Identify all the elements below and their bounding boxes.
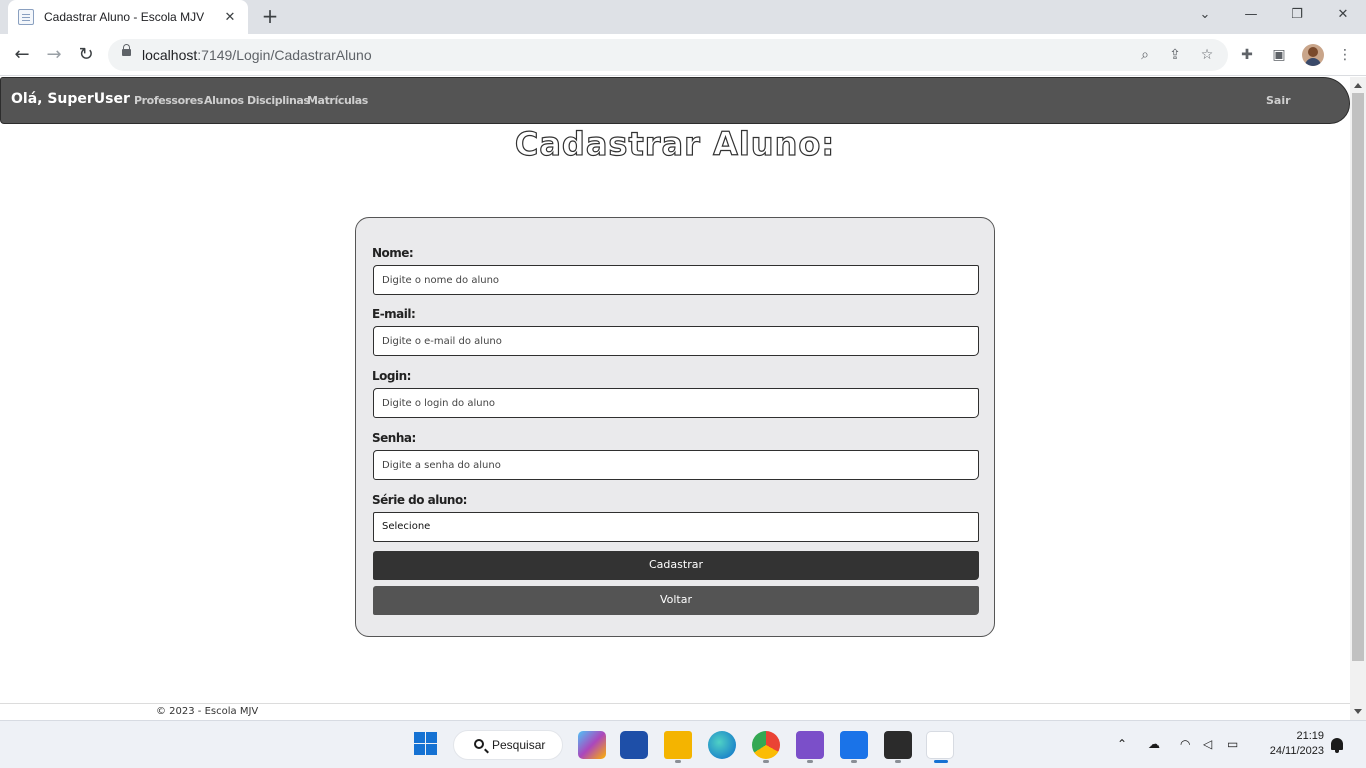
battery-icon[interactable]: ▭ xyxy=(1227,737,1238,751)
submit-button[interactable]: Cadastrar xyxy=(373,551,979,580)
logout-link[interactable]: Sair xyxy=(1266,94,1291,107)
register-student-form: Nome: E-mail: Login: Senha: Série do alu… xyxy=(355,217,995,637)
address-bar[interactable]: localhost:7149/Login/CadastrarAluno ⌕ ⇪ … xyxy=(108,39,1228,71)
extensions-icon[interactable]: ✚ xyxy=(1236,44,1258,66)
site-footer: © 2023 - Escola MJV xyxy=(0,703,1350,720)
snipping-tool-active-indicator xyxy=(934,760,948,763)
footer-copyright: © 2023 - Escola MJV xyxy=(156,706,259,717)
clock-time: 21:19 xyxy=(1296,730,1324,742)
tab-title: Cadastrar Aluno - Escola MJV xyxy=(44,10,205,24)
visual-studio-running-indicator xyxy=(807,760,813,763)
login-input[interactable] xyxy=(373,388,979,418)
close-window-icon[interactable]: ✕ xyxy=(1320,0,1366,30)
taskbar-clock[interactable]: 21:19 24/11/2023 xyxy=(1258,729,1324,759)
os-taskbar: Pesquisar ⌃ ☁ ◠ ◁ ▭ 21:19 24/11/2023 xyxy=(0,720,1366,768)
clock-date: 24/11/2023 xyxy=(1269,745,1324,757)
onedrive-icon[interactable]: ☁ xyxy=(1148,737,1160,751)
edge-icon[interactable] xyxy=(708,731,736,759)
nav-link-alunos[interactable]: Alunos xyxy=(204,94,244,107)
site-navbar: Olá, SuperUser Professores Alunos Discip… xyxy=(0,77,1350,124)
tab-close-icon[interactable]: ✕ xyxy=(222,10,238,25)
login-label: Login: xyxy=(372,369,411,383)
browser-tab[interactable]: Cadastrar Aluno - Escola MJV ✕ xyxy=(8,0,248,34)
wifi-icon[interactable]: ◠ xyxy=(1180,737,1190,751)
visual-studio-icon[interactable] xyxy=(796,731,824,759)
password-label: Senha: xyxy=(372,431,416,445)
tray-chevron-icon[interactable]: ⌃ xyxy=(1117,737,1127,751)
url-text: localhost:7149/Login/CadastrarAluno xyxy=(142,47,372,63)
file-explorer-icon[interactable] xyxy=(664,731,692,759)
share-icon[interactable]: ⇪ xyxy=(1164,44,1186,66)
profile-avatar[interactable] xyxy=(1302,44,1324,66)
password-input[interactable] xyxy=(373,450,979,480)
reload-icon[interactable]: ↻ xyxy=(72,42,100,70)
page-favicon-icon xyxy=(18,9,34,25)
notepad-icon[interactable] xyxy=(840,731,868,759)
browser-tabstrip: Cadastrar Aluno - Escola MJV ✕ + ⌄ — ❐ ✕ xyxy=(0,0,1366,34)
serie-select-value: Selecione xyxy=(382,521,431,532)
search-icon xyxy=(474,739,484,749)
store-icon[interactable] xyxy=(620,731,648,759)
scroll-down-icon[interactable] xyxy=(1354,709,1362,714)
page-scrollbar[interactable] xyxy=(1350,77,1366,720)
taskbar-search[interactable]: Pesquisar xyxy=(453,730,563,760)
tab-search-icon[interactable]: ⌄ xyxy=(1182,0,1228,30)
copilot-icon[interactable] xyxy=(578,731,606,759)
browser-toolbar: ← → ↻ localhost:7149/Login/CadastrarAlun… xyxy=(0,34,1366,76)
nav-link-matriculas[interactable]: Matrículas xyxy=(307,94,368,107)
taskbar-search-label: Pesquisar xyxy=(492,738,546,752)
scroll-up-icon[interactable] xyxy=(1354,83,1362,88)
email-input[interactable] xyxy=(373,326,979,356)
notification-bell-icon[interactable] xyxy=(1331,738,1343,753)
snipping-tool-icon[interactable] xyxy=(926,731,954,759)
chrome-icon[interactable] xyxy=(752,731,780,759)
back-button[interactable]: Voltar xyxy=(373,586,979,615)
scroll-thumb[interactable] xyxy=(1352,93,1364,661)
name-input[interactable] xyxy=(373,265,979,295)
navbar-greeting[interactable]: Olá, SuperUser xyxy=(11,91,130,107)
menu-kebab-icon[interactable]: ⋮ xyxy=(1334,44,1356,66)
file-explorer-running-indicator xyxy=(675,760,681,763)
forward-arrow-icon[interactable]: → xyxy=(40,42,68,70)
lock-icon xyxy=(122,44,131,56)
restore-icon[interactable]: ❐ xyxy=(1274,0,1320,30)
windows-start-icon[interactable] xyxy=(413,731,441,759)
zoom-icon[interactable]: ⌕ xyxy=(1134,44,1156,66)
chrome-running-indicator xyxy=(763,760,769,763)
side-panel-icon[interactable]: ▣ xyxy=(1268,44,1290,66)
name-label: Nome: xyxy=(372,246,414,260)
nav-link-disciplinas[interactable]: Disciplinas xyxy=(247,94,310,107)
minimize-icon[interactable]: — xyxy=(1228,0,1274,30)
back-arrow-icon[interactable]: ← xyxy=(8,42,36,70)
email-label: E-mail: xyxy=(372,307,416,321)
new-tab-button[interactable]: + xyxy=(258,5,282,29)
notepad-running-indicator xyxy=(851,760,857,763)
volume-icon[interactable]: ◁ xyxy=(1203,737,1212,751)
terminal-icon[interactable] xyxy=(884,731,912,759)
serie-label: Série do aluno: xyxy=(372,493,467,507)
page-title: Cadastrar Aluno: xyxy=(514,124,836,163)
serie-select[interactable]: Selecione xyxy=(373,512,979,542)
nav-link-professores[interactable]: Professores xyxy=(134,94,203,107)
terminal-running-indicator xyxy=(895,760,901,763)
web-page: Olá, SuperUser Professores Alunos Discip… xyxy=(0,77,1350,720)
bookmark-star-icon[interactable]: ☆ xyxy=(1196,44,1218,66)
